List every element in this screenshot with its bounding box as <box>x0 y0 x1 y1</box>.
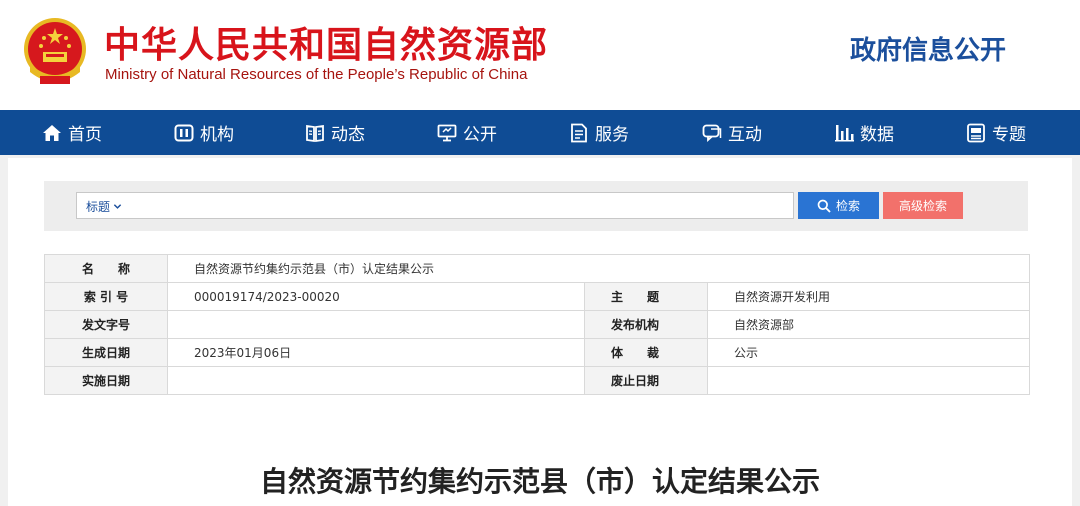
genre-value: 公示 <box>706 338 1031 367</box>
site-subtitle: Ministry of Natural Resources of the Peo… <box>105 66 528 83</box>
nav-item-data[interactable]: 数据 <box>834 110 894 155</box>
date-label: 生成日期 <box>44 338 168 367</box>
nav-item-home[interactable]: 首页 <box>42 110 102 155</box>
gov-info-title[interactable]: 政府信息公开 <box>850 30 1006 67</box>
site-title[interactable]: 中华人民共和国自然资源部 <box>104 16 548 68</box>
effective-date-value <box>167 366 585 395</box>
organization-icon <box>174 124 194 141</box>
home-icon <box>43 124 61 141</box>
search-button-label: 检索 <box>835 199 860 213</box>
nav-label: 专题 <box>992 125 1026 145</box>
monitor-icon <box>437 124 457 141</box>
nav-item-service[interactable]: 服务 <box>569 110 629 155</box>
nav-label: 首页 <box>68 125 102 145</box>
expire-date-label: 废止日期 <box>584 366 708 395</box>
table-row: 生成日期 2023年01月06日 体 裁 公示 <box>44 338 1031 367</box>
publisher-value: 自然资源部 <box>706 310 1031 339</box>
bar-chart-icon <box>835 124 854 141</box>
name-value: 自然资源节约集约示范县（市）认定结果公示 <box>166 254 1031 283</box>
search-type-label: 标题 <box>86 200 111 214</box>
name-label: 名 称 <box>44 254 168 283</box>
topic-label: 主 题 <box>584 282 708 311</box>
nav-label: 机构 <box>200 125 234 145</box>
document-icon <box>571 123 587 142</box>
search-icon <box>817 199 831 213</box>
doc-number-label: 发文字号 <box>44 310 168 339</box>
nav-label: 动态 <box>331 125 365 145</box>
doc-number-value <box>167 310 585 339</box>
nav-item-organization[interactable]: 机构 <box>174 110 234 155</box>
article-title: 自然资源节约集约示范县（市）认定结果公示 <box>259 465 820 498</box>
nav-label: 服务 <box>595 125 629 145</box>
genre-label: 体 裁 <box>584 338 708 367</box>
nav-item-news[interactable]: 动态 <box>305 110 365 155</box>
nav-label: 互动 <box>728 125 762 145</box>
publisher-label: 发布机构 <box>584 310 708 339</box>
site-header: 中华人民共和国自然资源部 Ministry of Natural Resourc… <box>0 0 1080 110</box>
advanced-search-button[interactable]: 高级检索 <box>883 192 963 219</box>
nav-item-interaction[interactable]: 互动 <box>702 110 762 155</box>
date-value: 2023年01月06日 <box>167 338 585 367</box>
nav-label: 数据 <box>860 125 894 145</box>
search-input[interactable] <box>134 194 784 217</box>
search-type-select[interactable]: 标题 <box>86 198 122 215</box>
book-icon <box>306 124 324 142</box>
nav-item-public[interactable]: 公开 <box>437 110 497 155</box>
search-button[interactable]: 检索 <box>798 192 879 219</box>
nav-item-topics[interactable]: 专题 <box>966 110 1026 155</box>
nav-label: 公开 <box>463 125 497 145</box>
main-nav: 首页 机构 动态 公开 服务 互动 数据 专题 <box>0 110 1080 155</box>
effective-date-label: 实施日期 <box>44 366 168 395</box>
table-row: 索 引 号 000019174/2023-00020 主 题 自然资源开发利用 <box>44 282 1031 311</box>
table-row: 名 称 自然资源节约集约示范县（市）认定结果公示 <box>44 254 1031 283</box>
document-info-table: 名 称 自然资源节约集约示范县（市）认定结果公示 索 引 号 000019174… <box>44 254 1031 395</box>
index-label: 索 引 号 <box>44 282 168 311</box>
advanced-search-label: 高级检索 <box>898 199 947 213</box>
index-value: 000019174/2023-00020 <box>167 282 585 311</box>
expire-date-value <box>706 366 1031 395</box>
topic-value: 自然资源开发利用 <box>706 282 1031 311</box>
national-emblem-icon[interactable] <box>22 16 88 90</box>
table-row: 实施日期 废止日期 <box>44 366 1031 395</box>
chat-icon <box>702 124 722 142</box>
table-row: 发文字号 发布机构 自然资源部 <box>44 310 1031 339</box>
chevron-down-icon <box>113 204 122 209</box>
topic-icon <box>967 123 985 142</box>
